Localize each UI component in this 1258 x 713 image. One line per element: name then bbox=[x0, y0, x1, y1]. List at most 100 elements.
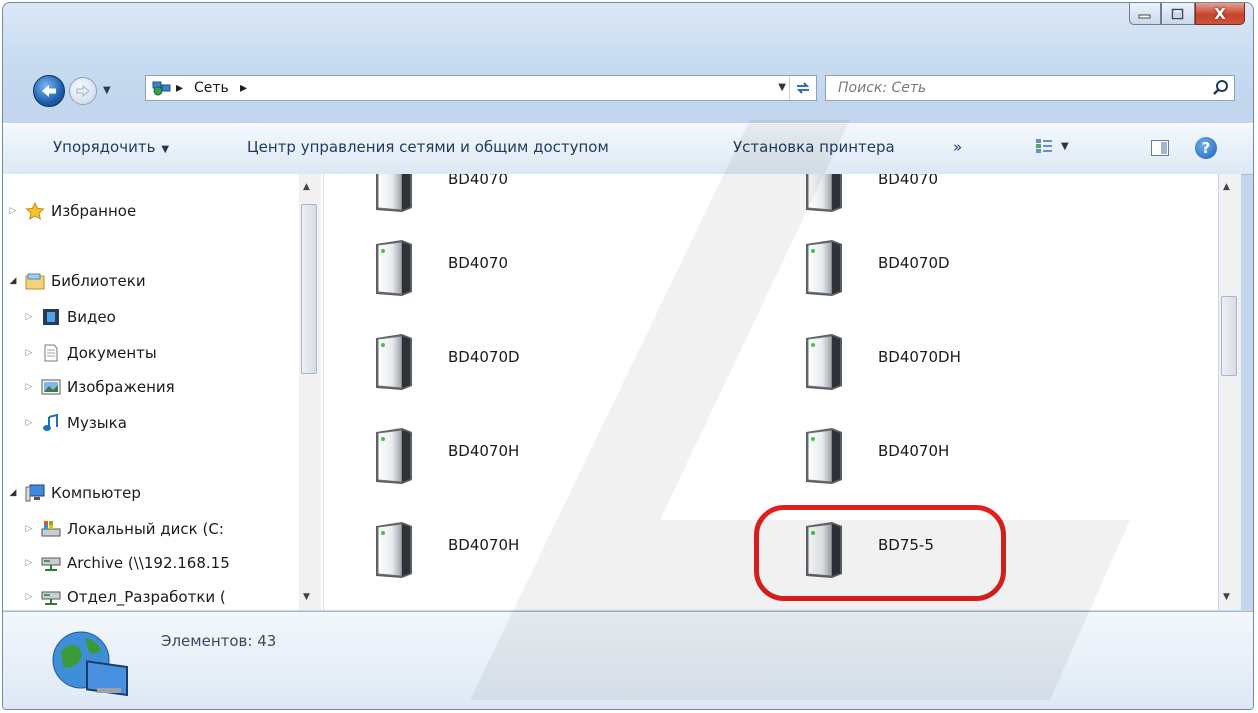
preview-pane-button[interactable] bbox=[1151, 140, 1169, 156]
drive-icon bbox=[41, 521, 61, 537]
nav-item-libraries[interactable]: ◢ Библиотеки bbox=[7, 268, 146, 294]
close-button[interactable]: X bbox=[1195, 3, 1245, 25]
content-scrollbar[interactable]: ▲ ▼ bbox=[1219, 174, 1241, 610]
device-tile[interactable]: BD4070H bbox=[802, 426, 1102, 506]
nav-label: Отдел_Разработки ( bbox=[67, 588, 226, 606]
nav-label: Музыка bbox=[67, 414, 127, 432]
address-bar[interactable]: ▸ Сеть ▸ ▼ bbox=[145, 75, 817, 101]
nav-label: Библиотеки bbox=[51, 272, 146, 290]
chevron-down-icon: ▼ bbox=[161, 144, 170, 155]
star-icon bbox=[25, 202, 45, 220]
nav-item-dev-dept[interactable]: ▷ Отдел_Разработки ( bbox=[23, 584, 226, 610]
network-device-icon bbox=[802, 238, 844, 298]
video-icon bbox=[43, 309, 59, 325]
nav-label: Изображения bbox=[67, 378, 175, 396]
address-history-dropdown[interactable]: ▼ bbox=[778, 82, 786, 93]
device-tile[interactable]: BD4070 bbox=[372, 174, 672, 234]
expand-icon[interactable]: ▷ bbox=[7, 206, 19, 216]
expand-icon[interactable]: ▷ bbox=[23, 382, 35, 392]
nav-item-video[interactable]: ▷ Видео bbox=[23, 304, 116, 330]
caption-buttons: X bbox=[1129, 3, 1245, 25]
nav-item-computer[interactable]: ◢ Компьютер bbox=[7, 480, 141, 506]
device-label: BD4070 bbox=[878, 174, 939, 188]
refresh-button[interactable] bbox=[789, 76, 816, 100]
expand-icon[interactable]: ▷ bbox=[23, 558, 35, 568]
back-arrow-icon bbox=[42, 85, 56, 97]
breadcrumb-separator[interactable]: ▸ bbox=[176, 80, 183, 96]
maximize-button[interactable] bbox=[1161, 3, 1195, 25]
device-tile[interactable]: BD75-5 bbox=[802, 520, 1102, 600]
device-tile[interactable]: BD4070D bbox=[372, 332, 672, 412]
device-tile[interactable]: BD4070DH bbox=[802, 332, 1102, 412]
search-input[interactable] bbox=[836, 79, 1180, 97]
document-icon bbox=[44, 344, 58, 362]
computer-icon bbox=[25, 484, 45, 502]
item-count: Элементов: 43 bbox=[161, 632, 277, 650]
scrollbar-thumb[interactable] bbox=[1221, 296, 1237, 376]
close-icon: X bbox=[1214, 4, 1226, 23]
navigation-pane: ▷ Избранное ◢ Библиотеки ▷ Видео ▷ Докум… bbox=[3, 174, 324, 610]
navigation-bar: ▼ ▸ Сеть ▸ ▼ bbox=[3, 65, 1253, 111]
device-tile[interactable]: BD4070 bbox=[372, 238, 672, 318]
back-button[interactable] bbox=[33, 75, 65, 107]
nav-label: Локальный диск (C: bbox=[67, 520, 224, 538]
organize-label: Упорядочить bbox=[53, 138, 156, 156]
device-tile[interactable]: BD4070 bbox=[802, 174, 1102, 234]
nav-item-images[interactable]: ▷ Изображения bbox=[23, 374, 175, 400]
nav-item-archive[interactable]: ▷ Archive (\\192.168.15 bbox=[23, 550, 230, 576]
expand-icon[interactable]: ▷ bbox=[23, 348, 35, 358]
collapse-icon[interactable]: ◢ bbox=[7, 488, 19, 498]
network-device-icon bbox=[372, 174, 414, 214]
libraries-icon bbox=[25, 273, 45, 290]
recent-pages-dropdown[interactable]: ▼ bbox=[103, 85, 111, 96]
forward-arrow-icon bbox=[76, 84, 90, 98]
nav-item-documents[interactable]: ▷ Документы bbox=[23, 340, 157, 366]
collapse-icon[interactable]: ◢ bbox=[7, 276, 19, 286]
nav-label: Избранное bbox=[51, 202, 137, 220]
device-label: BD4070D bbox=[878, 254, 950, 272]
breadcrumb-network[interactable]: Сеть bbox=[194, 80, 229, 96]
network-icon bbox=[152, 81, 171, 96]
details-pane: Элементов: 43 bbox=[3, 611, 1253, 709]
expand-icon[interactable]: ▷ bbox=[23, 418, 35, 428]
forward-button[interactable] bbox=[69, 77, 97, 105]
nav-label: Archive (\\192.168.15 bbox=[67, 554, 230, 572]
search-box[interactable] bbox=[825, 75, 1235, 101]
device-tile[interactable]: BD4070H bbox=[372, 426, 672, 506]
content-area: BD4070 BD4070 BD4070D BD4070H BD4070H BD4070 B… bbox=[324, 174, 1218, 610]
device-tile[interactable]: BD4070H bbox=[372, 520, 672, 600]
nav-item-music[interactable]: ▷ Музыка bbox=[23, 410, 127, 436]
minimize-button[interactable] bbox=[1129, 3, 1161, 25]
scrollbar-thumb[interactable] bbox=[301, 204, 317, 374]
network-drive-icon bbox=[41, 591, 61, 605]
organize-button[interactable]: Упорядочить ▼ bbox=[53, 138, 169, 156]
help-button[interactable]: ? bbox=[1195, 137, 1217, 159]
nav-item-local-disk[interactable]: ▷ Локальный диск (C: bbox=[23, 516, 224, 542]
scroll-up-icon[interactable]: ▲ bbox=[1223, 182, 1230, 192]
expand-icon[interactable]: ▷ bbox=[23, 592, 35, 602]
network-device-icon bbox=[802, 174, 844, 214]
add-printer-button[interactable]: Установка принтера bbox=[733, 138, 895, 156]
nav-scrollbar[interactable]: ▲ ▼ bbox=[299, 174, 321, 610]
search-icon[interactable] bbox=[1212, 79, 1230, 97]
scroll-down-icon[interactable]: ▼ bbox=[1223, 592, 1230, 602]
network-device-icon bbox=[372, 238, 414, 298]
breadcrumb-separator[interactable]: ▸ bbox=[240, 80, 247, 96]
network-device-icon bbox=[802, 426, 844, 486]
chevron-down-icon: ▼ bbox=[1061, 140, 1069, 152]
expand-icon[interactable]: ▷ bbox=[23, 524, 35, 534]
network-center-button[interactable]: Центр управления сетями и общим доступом bbox=[247, 138, 609, 156]
scroll-down-icon[interactable]: ▼ bbox=[303, 592, 310, 602]
device-label: BD4070 bbox=[448, 254, 509, 272]
nav-item-favorites[interactable]: ▷ Избранное bbox=[7, 198, 136, 224]
change-view-button[interactable]: ▼ bbox=[1035, 138, 1069, 154]
scroll-up-icon[interactable]: ▲ bbox=[303, 182, 310, 192]
command-bar: Упорядочить ▼ Центр управления сетями и о… bbox=[3, 123, 1253, 175]
nav-label: Компьютер bbox=[51, 484, 141, 502]
music-icon bbox=[43, 414, 58, 431]
expand-icon[interactable]: ▷ bbox=[23, 312, 35, 322]
device-tile[interactable]: BD4070D bbox=[802, 238, 1102, 318]
view-details-icon bbox=[1036, 139, 1052, 153]
network-device-icon bbox=[802, 520, 844, 580]
more-commands-button[interactable]: » bbox=[953, 138, 962, 156]
